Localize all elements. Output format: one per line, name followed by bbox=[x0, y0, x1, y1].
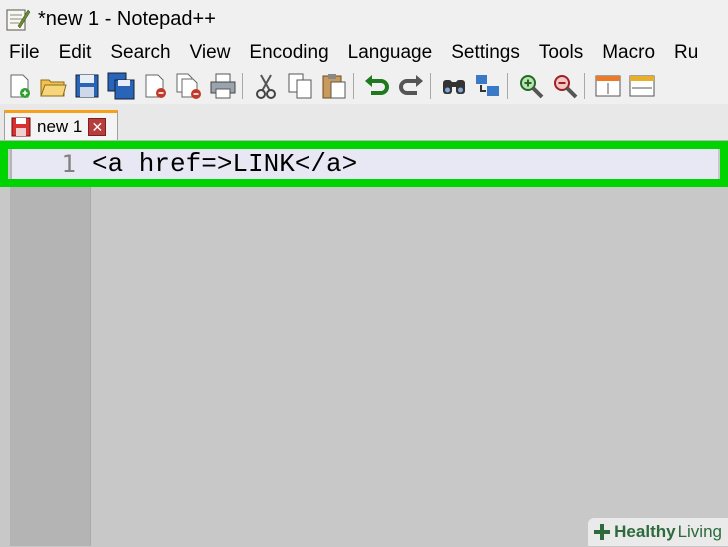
open-file-icon[interactable] bbox=[38, 71, 68, 101]
toolbar-separator bbox=[430, 73, 431, 99]
editor[interactable]: 1 <a href=>LINK</a> bbox=[0, 141, 728, 546]
menu-edit[interactable]: Edit bbox=[50, 42, 102, 64]
save-all-icon[interactable] bbox=[106, 71, 136, 101]
save-icon[interactable] bbox=[72, 71, 102, 101]
close-all-icon[interactable] bbox=[174, 71, 204, 101]
toolbar-separator bbox=[507, 73, 508, 99]
menu-run[interactable]: Ru bbox=[665, 42, 708, 64]
close-tab-icon[interactable]: ✕ bbox=[88, 117, 107, 136]
tab-new-1[interactable]: new 1 ✕ bbox=[4, 110, 118, 140]
window-title: *new 1 - Notepad++ bbox=[38, 7, 216, 30]
new-file-icon[interactable] bbox=[4, 71, 34, 101]
text-area[interactable] bbox=[91, 141, 728, 546]
menu-tools[interactable]: Tools bbox=[530, 42, 593, 64]
menu-bar: File Edit Search View Encoding Language … bbox=[0, 38, 728, 68]
watermark-text-healthy: Healthy bbox=[614, 522, 676, 541]
menu-file[interactable]: File bbox=[0, 42, 50, 64]
toolbar-separator bbox=[353, 73, 354, 99]
menu-settings[interactable]: Settings bbox=[442, 42, 530, 64]
undo-icon[interactable] bbox=[362, 71, 392, 101]
copy-icon[interactable] bbox=[285, 71, 315, 101]
plus-leaf-logo-icon bbox=[592, 522, 612, 542]
title-bar: *new 1 - Notepad++ bbox=[0, 0, 728, 38]
current-line[interactable]: 1 <a href=>LINK</a> bbox=[12, 149, 718, 179]
watermark-text-living: Living bbox=[677, 522, 722, 541]
cut-icon[interactable] bbox=[251, 71, 281, 101]
line-number: 1 bbox=[61, 150, 76, 178]
zoom-out-icon[interactable] bbox=[550, 71, 580, 101]
close-icon[interactable] bbox=[140, 71, 170, 101]
unsaved-file-icon bbox=[11, 117, 31, 137]
menu-macro[interactable]: Macro bbox=[593, 42, 665, 64]
zoom-in-icon[interactable] bbox=[516, 71, 546, 101]
toolbar-separator bbox=[584, 73, 585, 99]
replace-icon[interactable] bbox=[473, 71, 503, 101]
code-line[interactable]: <a href=>LINK</a> bbox=[92, 149, 357, 179]
notepad-plus-plus-icon bbox=[4, 6, 31, 32]
line-number-gutter bbox=[10, 141, 91, 546]
tab-label: new 1 bbox=[37, 116, 83, 136]
tab-bar: new 1 ✕ bbox=[0, 104, 728, 141]
toolbar bbox=[0, 68, 728, 104]
menu-encoding[interactable]: Encoding bbox=[240, 42, 338, 64]
menu-search[interactable]: Search bbox=[101, 42, 180, 64]
watermark: Healthy Living bbox=[588, 518, 728, 546]
redo-icon[interactable] bbox=[396, 71, 426, 101]
sync-horizontal-icon[interactable] bbox=[627, 71, 657, 101]
toolbar-separator bbox=[242, 73, 243, 99]
print-icon[interactable] bbox=[208, 71, 238, 101]
menu-view[interactable]: View bbox=[181, 42, 241, 64]
find-icon[interactable] bbox=[439, 71, 469, 101]
menu-language[interactable]: Language bbox=[339, 42, 443, 64]
paste-icon[interactable] bbox=[319, 71, 349, 101]
sync-vertical-icon[interactable] bbox=[593, 71, 623, 101]
